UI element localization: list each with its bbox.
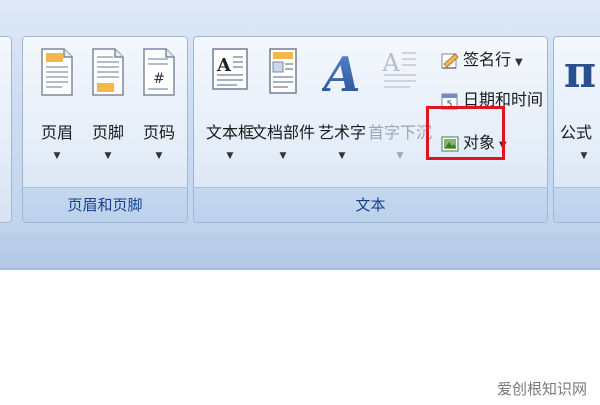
watermark-text: 爱创根知识网 [497,380,588,398]
group-label-symbols [554,187,600,222]
quick-parts-icon [269,48,297,94]
page-number-button[interactable]: # 页码 ▼ [133,47,185,167]
page-number-icon: # [143,48,175,96]
textbox-icon: A [212,48,248,90]
chevron-down-icon: ▼ [515,57,523,68]
chevron-down-icon: ▼ [279,151,287,161]
svg-text:A: A [382,49,400,77]
ribbon-group-symbols: π 公式 ▼ [553,36,600,223]
quick-parts-button[interactable]: 文档部件 ▼ [251,47,315,167]
svg-text:π: π [564,47,596,95]
chevron-down-icon: ▼ [580,151,588,161]
drop-cap-button-label: 首字下沉 [368,123,433,142]
svg-text:A: A [216,55,232,76]
equation-button-label: 公式 [560,123,593,142]
chevron-down-icon: ▼ [338,151,346,161]
object-highlight-box [426,106,505,160]
wordart-icon: A [322,47,361,97]
group-label-header-footer: 页眉和页脚 [23,187,187,222]
signature-line-icon [441,52,459,68]
signature-line-button[interactable]: 签名行 ▼ [440,47,523,73]
footer-button[interactable]: 页脚 ▼ [82,47,134,167]
svg-text:#: # [153,71,165,87]
chevron-down-icon: ▼ [155,151,163,161]
footer-page-icon [92,48,124,96]
equation-pi-icon: π [564,47,596,95]
chevron-down-icon: ▼ [396,151,404,161]
drop-cap-button[interactable]: A 首字下沉 ▼ [368,47,432,167]
chevron-down-icon: ▼ [53,151,61,161]
header-page-icon [41,48,73,96]
signature-line-label: 签名行 [463,50,512,69]
quick-parts-button-label: 文档部件 [251,123,316,142]
wordart-button-label: 艺术字 [317,123,366,142]
equation-button[interactable]: π 公式 ▼ [558,47,600,167]
page-number-button-label: 页码 [142,123,175,142]
ribbon-group-partial-left [0,36,12,223]
ribbon-bottom-bar [0,232,600,270]
textbox-button[interactable]: A 文本框 ▼ [204,47,256,167]
drop-cap-icon: A [382,49,416,88]
wordart-button[interactable]: A 艺术字 ▼ [316,47,368,167]
ribbon-group-header-footer: 页眉 ▼ 页脚 ▼ # 页码 ▼ 页眉和页脚 [22,36,188,223]
svg-text:A: A [322,47,361,97]
group-label-text: 文本 [194,187,547,222]
chevron-down-icon: ▼ [226,151,234,161]
chevron-down-icon: ▼ [104,151,112,161]
header-button[interactable]: 页眉 ▼ [31,47,83,167]
